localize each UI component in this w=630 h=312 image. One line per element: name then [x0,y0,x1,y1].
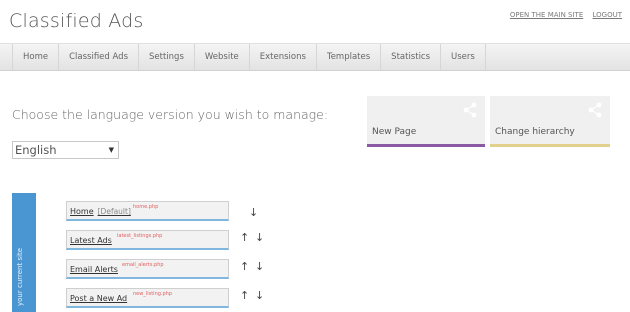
new-page-label: New Page [372,127,417,137]
page-row: Home [Default] home.php [66,201,229,221]
page-filename: email_alerts.php [122,262,164,268]
nav-statistics[interactable]: Statistics [381,44,442,70]
page-link-latest-ads[interactable]: Latest Ads [70,236,112,245]
nav-extensions[interactable]: Extensions [250,44,317,70]
move-down-arrow-icon[interactable]: ↓ [255,289,264,302]
move-up-arrow-icon[interactable]: ↑ [240,260,249,273]
move-down-arrow-icon[interactable]: ↓ [255,260,264,273]
nav-users[interactable]: Users [441,44,486,70]
open-main-site-link[interactable]: OPEN THE MAIN SITE [510,11,583,19]
dropdown-arrow-icon: ▼ [108,146,114,154]
nav-website[interactable]: Website [195,44,250,70]
default-badge: [Default] [97,207,131,216]
nav-templates[interactable]: Templates [317,44,382,70]
main-navigation: Home Classified Ads Settings Website Ext… [0,43,630,71]
page-row: Latest Ads latest_listings.php [66,230,229,250]
nav-settings[interactable]: Settings [139,44,195,70]
page-link-post-new-ad[interactable]: Post a New Ad [70,294,127,303]
nav-classified-ads[interactable]: Classified Ads [59,44,140,70]
new-page-tile[interactable]: New Page [367,96,485,147]
page-filename: latest_listings.php [117,233,163,239]
site-tree-bar-label: your current site [16,247,24,306]
share-icon [588,102,602,118]
page-link-email-alerts[interactable]: Email Alerts [70,265,118,274]
app-title: Classified Ads [9,10,144,32]
page-row: Post a New Ad new_listing.php [66,288,229,308]
change-hierarchy-tile[interactable]: Change hierarchy [490,96,610,147]
page-row: Email Alerts email_alerts.php [66,259,229,279]
language-select-value: English [15,143,57,157]
nav-home[interactable]: Home [13,44,60,70]
header-links: OPEN THE MAIN SITE LOGOUT [503,11,622,19]
language-select[interactable]: English ▼ [12,141,119,159]
move-up-arrow-icon[interactable]: ↑ [240,231,249,244]
language-prompt: Choose the language version you wish to … [12,107,329,122]
change-hierarchy-label: Change hierarchy [495,127,575,137]
move-down-arrow-icon[interactable]: ↓ [249,206,258,219]
move-up-arrow-icon[interactable]: ↑ [240,289,249,302]
move-down-arrow-icon[interactable]: ↓ [255,231,264,244]
page-filename: home.php [133,204,159,210]
share-icon [463,102,477,118]
logout-link[interactable]: LOGOUT [593,11,623,19]
page-filename: new_listing.php [133,291,173,297]
page-link-home[interactable]: Home [Default] [70,207,131,216]
